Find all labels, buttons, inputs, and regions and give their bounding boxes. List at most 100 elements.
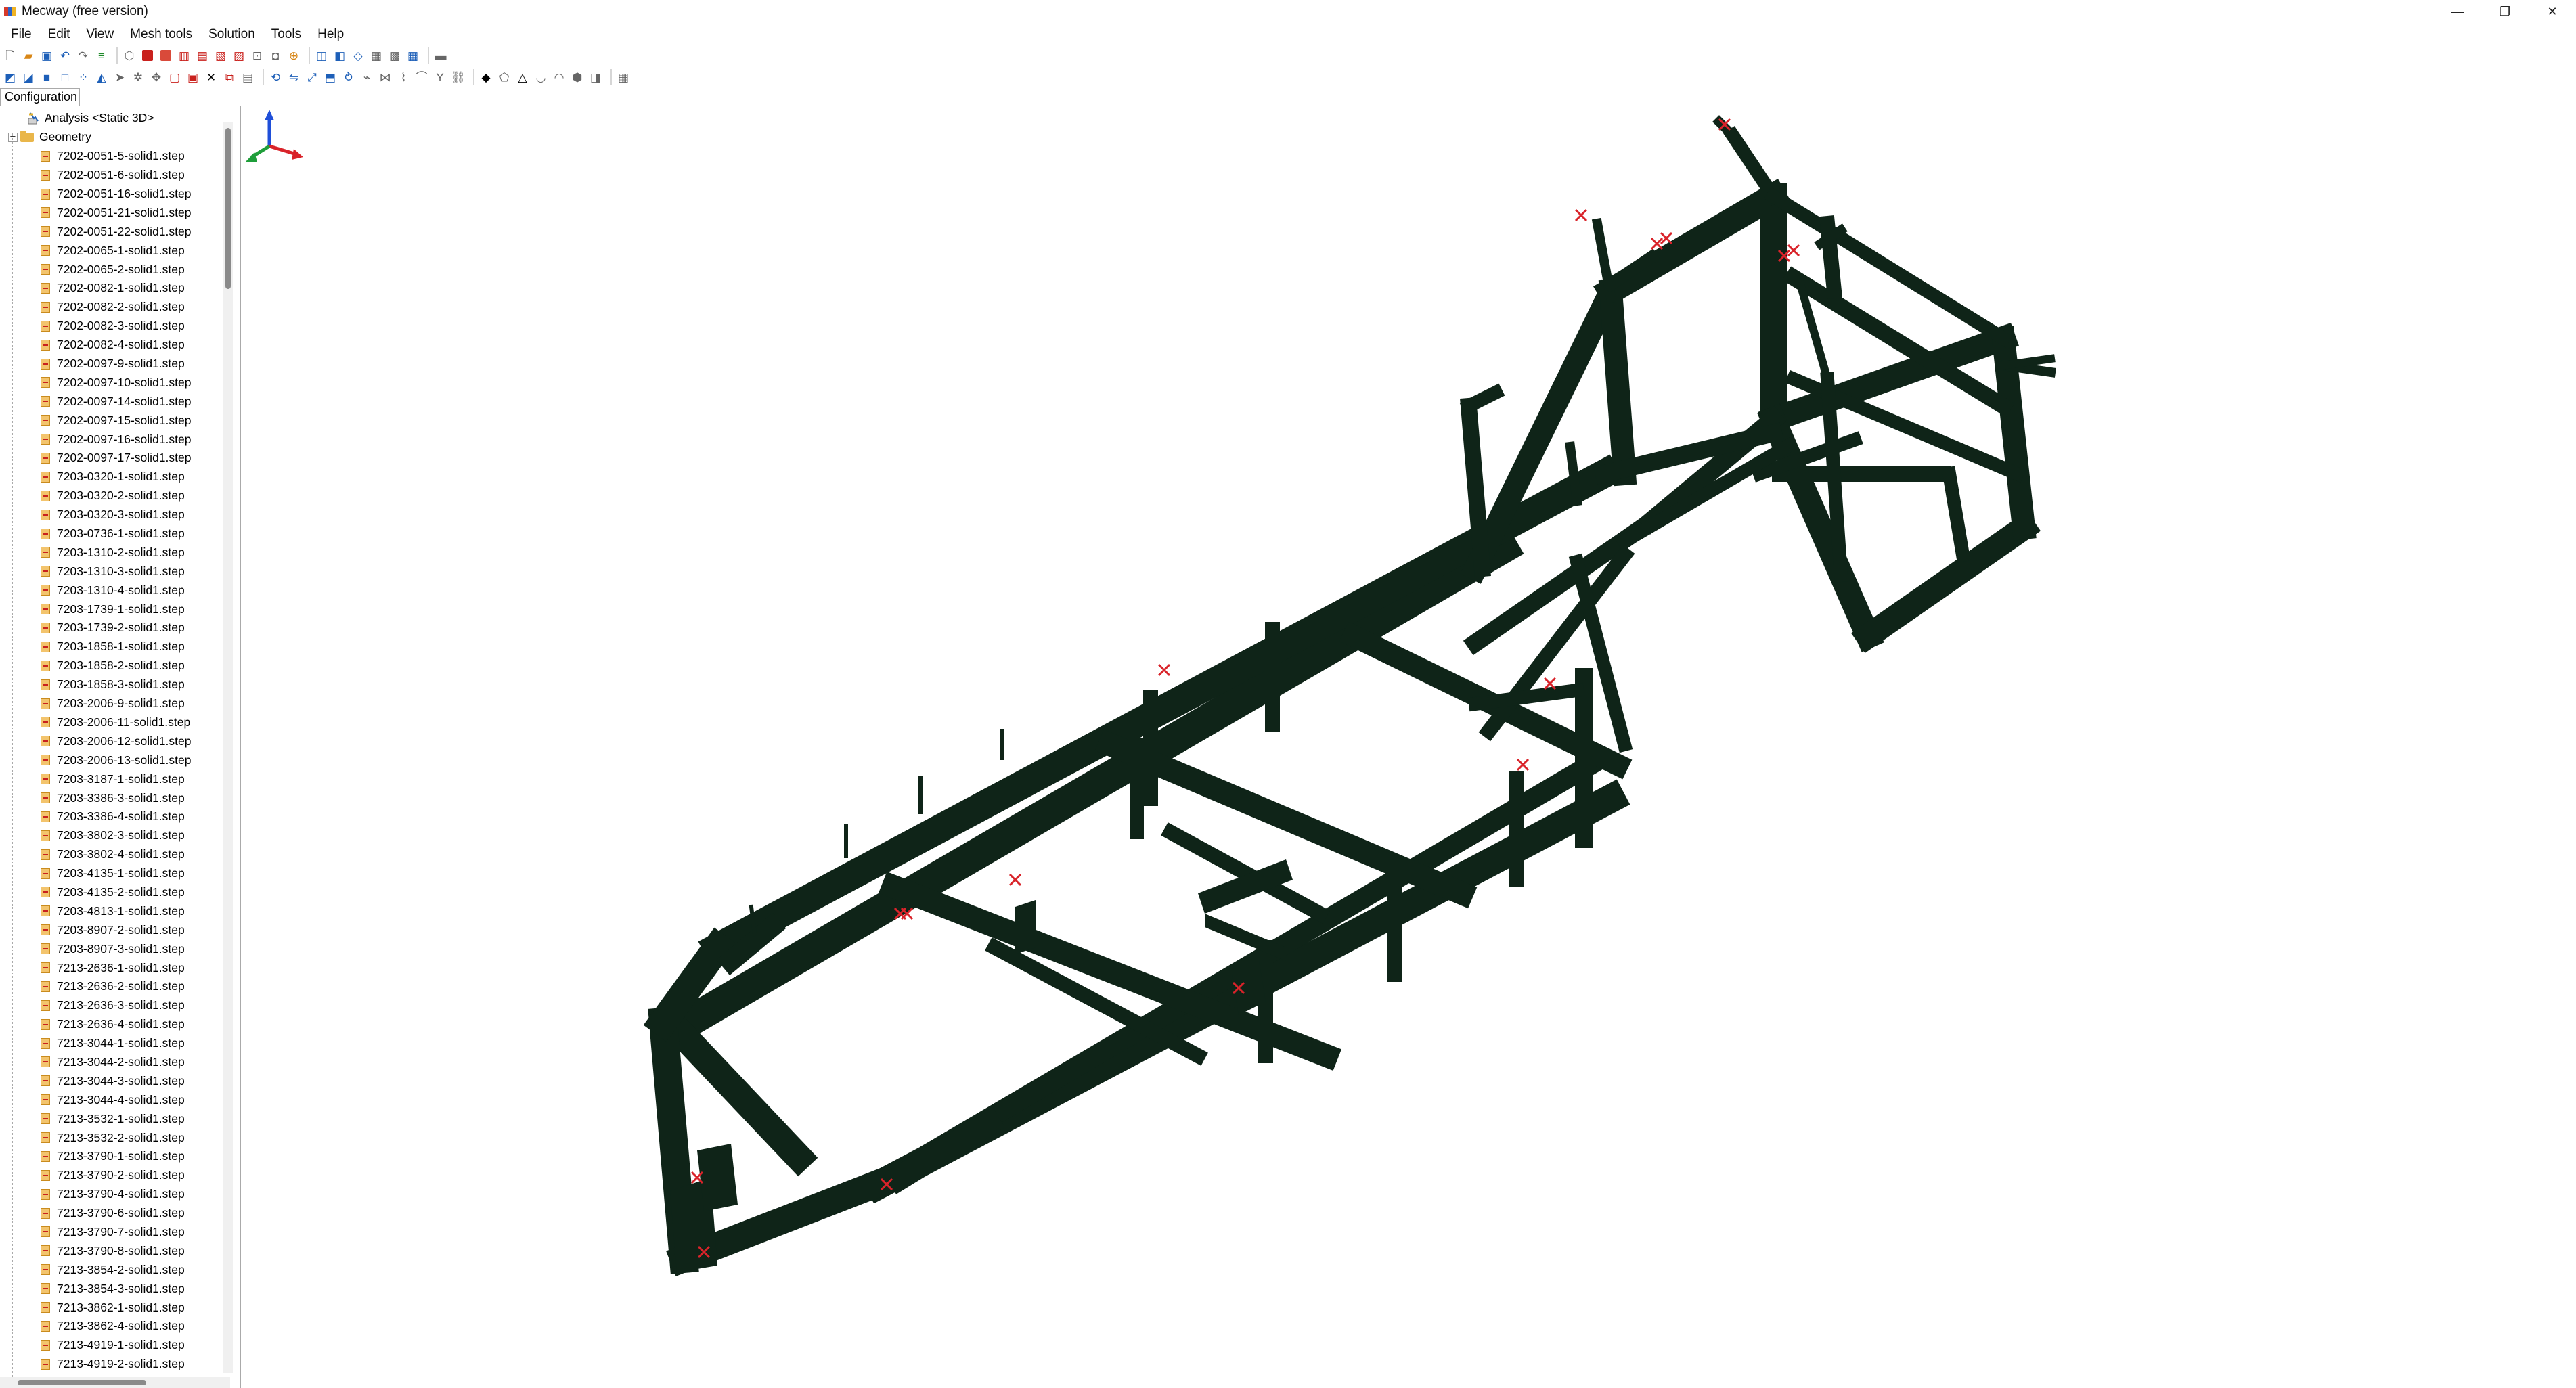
tree-item-step-file[interactable]: 7203-1858-2-solid1.step xyxy=(0,656,223,675)
tree-item-step-file[interactable]: 7202-0051-21-solid1.step xyxy=(0,203,223,222)
tree-item-step-file[interactable]: 7203-3386-3-solid1.step xyxy=(0,788,223,807)
tree-item-step-file[interactable]: 7202-0065-1-solid1.step xyxy=(0,241,223,260)
grid-icon[interactable]: ▩ xyxy=(387,48,402,63)
cube-blue-3-icon[interactable]: ■ xyxy=(39,70,54,85)
constraint-marker[interactable] xyxy=(1650,237,1664,250)
tree-item-step-file[interactable]: 7202-0082-2-solid1.step xyxy=(0,298,223,317)
tree-item-step-file[interactable]: 7203-0320-2-solid1.step xyxy=(0,487,223,506)
undo-icon[interactable]: ↶ xyxy=(58,48,72,63)
new-file-icon[interactable]: 🗋 xyxy=(3,48,18,63)
view-back-icon[interactable]: ▨ xyxy=(231,48,246,63)
tree-item-step-file[interactable]: 7213-3854-3-solid1.step xyxy=(0,1279,223,1298)
tree-item-step-file[interactable]: 7202-0097-17-solid1.step xyxy=(0,449,223,468)
tree-item-step-file[interactable]: 7203-2006-12-solid1.step xyxy=(0,732,223,751)
menu-solution[interactable]: Solution xyxy=(200,27,263,42)
shapes-icon[interactable]: ◆ xyxy=(479,70,493,85)
tree-item-step-file[interactable]: 7202-0051-22-solid1.step xyxy=(0,222,223,241)
restore-button[interactable]: ❐ xyxy=(2481,0,2529,23)
frame-member[interactable] xyxy=(1460,275,1626,584)
tree-item-step-file[interactable]: 7203-4135-2-solid1.step xyxy=(0,883,223,902)
tree-item-step-file[interactable]: 7213-4919-2-solid1.step xyxy=(0,1355,223,1374)
frame-member[interactable] xyxy=(1598,278,1637,487)
view-top-icon[interactable]: ▤ xyxy=(195,48,210,63)
rounding-icon[interactable]: ◡ xyxy=(533,70,548,85)
wireframe-icon[interactable]: ◇ xyxy=(351,48,365,63)
rotate-icon[interactable]: ⟲ xyxy=(268,70,283,85)
tree-item-step-file[interactable]: 7213-3044-4-solid1.step xyxy=(0,1090,223,1109)
move-icon[interactable]: ✥ xyxy=(149,70,164,85)
tree-item-step-file[interactable]: 7202-0051-6-solid1.step xyxy=(0,166,223,185)
solid-red-icon[interactable] xyxy=(140,48,155,63)
tree-item-step-file[interactable]: 7203-1310-3-solid1.step xyxy=(0,562,223,581)
tree-item-step-file[interactable]: 7203-1739-1-solid1.step xyxy=(0,600,223,619)
tree-item-step-file[interactable]: 7202-0097-9-solid1.step xyxy=(0,355,223,374)
tree-item-step-file[interactable]: 7203-2006-13-solid1.step xyxy=(0,751,223,769)
tree-item-step-file[interactable]: 7213-2636-2-solid1.step xyxy=(0,977,223,996)
tree-item-step-file[interactable]: 7213-4919-1-solid1.step xyxy=(0,1336,223,1355)
tree-horizontal-scrollbar[interactable] xyxy=(0,1377,230,1388)
frame-member[interactable] xyxy=(1593,179,1791,309)
tree-item-step-file[interactable]: 7213-3862-1-solid1.step xyxy=(0,1298,223,1317)
line-tool-icon[interactable]: ▬ xyxy=(433,48,448,63)
tree-item-step-file[interactable]: 7213-3044-1-solid1.step xyxy=(0,1034,223,1053)
tree-item-step-file[interactable]: 7203-8907-2-solid1.step xyxy=(0,920,223,939)
view-side-icon[interactable]: ▧ xyxy=(213,48,228,63)
frame-member[interactable] xyxy=(1459,383,1505,416)
tree-item-step-file[interactable]: 7203-3187-1-solid1.step xyxy=(0,769,223,788)
tree-item-step-file[interactable]: 7203-8907-3-solid1.step xyxy=(0,939,223,958)
scale-icon[interactable]: ⤢ xyxy=(305,70,319,85)
frame-member[interactable] xyxy=(1850,510,2041,654)
save-icon[interactable]: ▣ xyxy=(39,48,54,63)
tab-configuration[interactable]: Configuration xyxy=(0,88,80,106)
tree-vertical-scrollbar[interactable] xyxy=(223,122,233,1373)
hex-icon[interactable]: ⬢ xyxy=(570,70,585,85)
frame-member[interactable] xyxy=(657,1009,818,1177)
shell-icon[interactable]: ◠ xyxy=(552,70,567,85)
minimize-button[interactable]: — xyxy=(2434,0,2481,23)
polygon-icon[interactable]: ⬠ xyxy=(497,70,512,85)
frame-member[interactable] xyxy=(1723,126,1783,206)
merge-icon[interactable]: ⋈ xyxy=(378,70,393,85)
tree-item-step-file[interactable]: 7213-2636-4-solid1.step xyxy=(0,1015,223,1034)
chassis-mesh[interactable] xyxy=(242,106,2576,1388)
redo-icon[interactable]: ↷ xyxy=(76,48,91,63)
split-icon[interactable]: ⌇ xyxy=(396,70,411,85)
menu-help[interactable]: Help xyxy=(309,27,352,42)
element-icon[interactable]: ◭ xyxy=(94,70,109,85)
tree-item-step-file[interactable]: 7202-0097-10-solid1.step xyxy=(0,373,223,392)
copy-icon[interactable]: ⧉ xyxy=(222,70,237,85)
branch-icon[interactable]: Y xyxy=(432,70,447,85)
solid-red-2-icon[interactable] xyxy=(158,48,173,63)
tree-item-step-file[interactable]: 7213-3790-6-solid1.step xyxy=(0,1204,223,1223)
tree-item-step-file[interactable]: 7213-3044-2-solid1.step xyxy=(0,1053,223,1072)
close-button[interactable]: ✕ xyxy=(2529,0,2576,23)
frame-plate[interactable] xyxy=(1205,914,1286,961)
tree-item-step-file[interactable]: 7203-2006-9-solid1.step xyxy=(0,694,223,713)
mesh-icon[interactable]: ▦ xyxy=(369,48,384,63)
tree-item-step-file[interactable]: 7213-3044-3-solid1.step xyxy=(0,1071,223,1090)
tree-item-step-file[interactable]: 7213-3790-7-solid1.step xyxy=(0,1223,223,1242)
tree-item-analysis[interactable]: Analysis <Static 3D> xyxy=(0,109,223,128)
revolve-icon[interactable]: ⥁ xyxy=(341,70,356,85)
open-folder-icon[interactable]: ▰ xyxy=(21,48,36,63)
frame-member[interactable] xyxy=(883,1106,1005,1194)
frame-member[interactable] xyxy=(1565,441,1582,506)
square-red-icon[interactable]: ▣ xyxy=(185,70,200,85)
tree-item-step-file[interactable]: 7203-1858-3-solid1.step xyxy=(0,675,223,694)
tree-item-step-file[interactable]: 7213-3532-1-solid1.step xyxy=(0,1109,223,1128)
camera-icon[interactable]: ◘ xyxy=(268,48,283,63)
tree-item-step-file[interactable]: 7213-3790-4-solid1.step xyxy=(0,1185,223,1204)
tree-item-step-file[interactable]: 7202-0082-4-solid1.step xyxy=(0,336,223,355)
view-front-icon[interactable]: ▥ xyxy=(177,48,192,63)
model-viewport[interactable] xyxy=(242,106,2576,1388)
tree-item-step-file[interactable]: 7202-0082-3-solid1.step xyxy=(0,317,223,336)
menu-edit[interactable]: Edit xyxy=(40,27,79,42)
cube-blue-icon[interactable]: ◩ xyxy=(3,70,18,85)
tree-item-step-file[interactable]: 7213-3790-2-solid1.step xyxy=(0,1166,223,1185)
tree-item-step-file[interactable]: 7202-0097-15-solid1.step xyxy=(0,411,223,430)
constraint-marker[interactable] xyxy=(1516,758,1530,771)
tree-item-step-file[interactable]: 7213-3532-2-solid1.step xyxy=(0,1128,223,1147)
gear-icon[interactable]: ✲ xyxy=(131,70,146,85)
tree-item-step-file[interactable]: 7203-4135-1-solid1.step xyxy=(0,864,223,883)
tree-item-step-file[interactable]: 7213-2636-1-solid1.step xyxy=(0,958,223,977)
